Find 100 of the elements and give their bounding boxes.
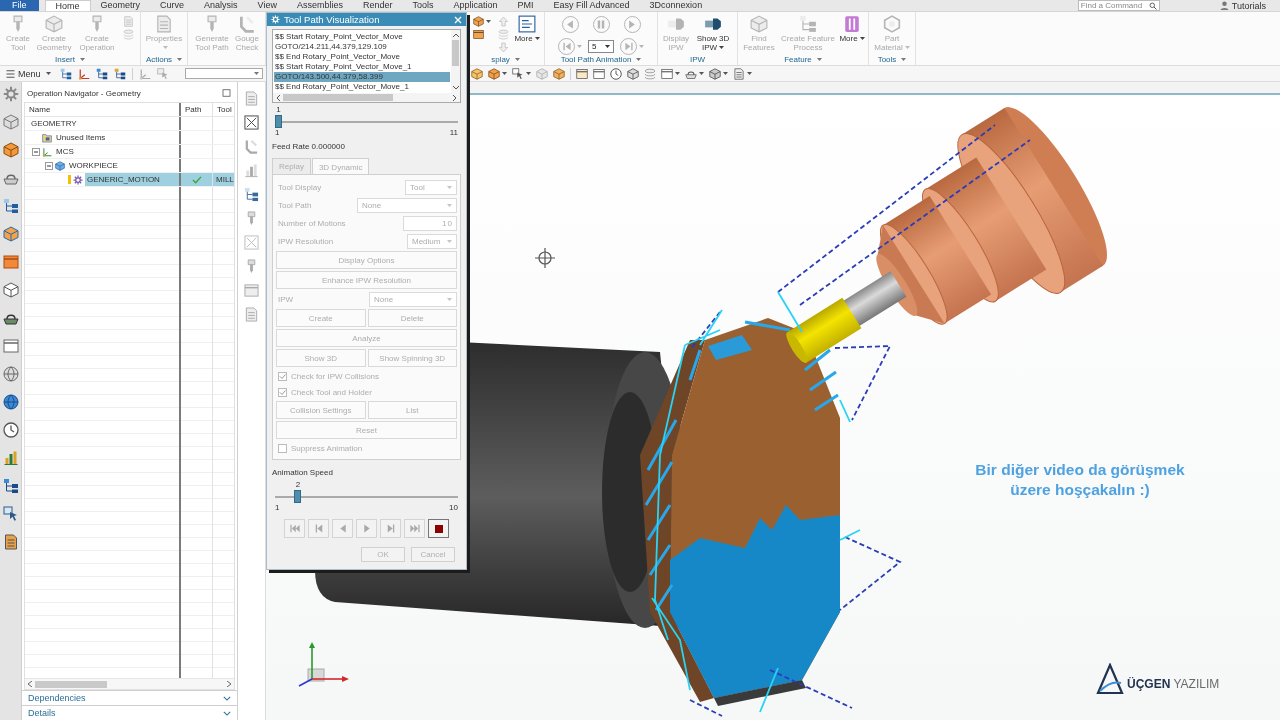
collapse-toggle-icon[interactable] [45,161,53,170]
cube-icon[interactable] [488,67,500,80]
document-icon[interactable] [2,534,19,550]
crossed-box-icon[interactable] [244,115,259,130]
tree-node[interactable]: Unused Items [54,131,108,144]
scroll-left-icon[interactable] [276,94,280,101]
caret-icon[interactable] [675,72,680,75]
hierarchy-icon[interactable] [95,67,108,80]
hierarchy-icon[interactable] [244,187,259,202]
listing-line[interactable]: $$ Start Rotary_Point_Vector_Move [274,32,450,42]
cube-icon[interactable] [471,67,483,80]
globe-icon[interactable] [2,366,19,382]
scroll-thumb[interactable] [35,680,107,688]
cube-icon[interactable] [2,142,19,158]
scroll-left-icon[interactable] [28,681,32,687]
menu-tab[interactable]: Assemblies [286,0,353,11]
tree-node[interactable]: MCS [54,145,76,158]
listing-line[interactable]: $$ End Rotary_Point_Vector_Move_1 [274,82,450,92]
menu-tab[interactable]: Tools [402,0,444,11]
window-icon[interactable] [593,67,605,80]
clock-icon[interactable] [2,422,19,438]
caret-icon[interactable] [723,72,728,75]
hierarchy-icon[interactable] [113,67,126,80]
slider-thumb[interactable] [275,115,282,128]
stop-button[interactable] [428,519,449,538]
gear-icon[interactable] [2,86,19,102]
document-icon[interactable] [733,67,745,80]
cube-icon[interactable] [473,15,484,27]
slider-thumb[interactable] [294,490,302,503]
cursor-icon[interactable] [2,506,19,522]
column-header[interactable]: Name [29,105,51,114]
ribbon-button[interactable]: Show 3D IPW [692,14,734,53]
ribbon-button[interactable]: More [839,14,865,44]
caret-icon[interactable] [699,72,704,75]
window-icon[interactable] [473,28,484,40]
axes-icon[interactable] [138,67,151,80]
horizontal-scrollbar[interactable] [25,678,234,689]
menu-button[interactable]: Menu [3,66,54,81]
listing-line[interactable]: GOTO/214.211,44.379,129.109 [274,42,450,52]
cube-icon[interactable] [709,67,721,80]
menu-tab[interactable]: Curve [150,0,195,11]
menu-tab[interactable]: Easy Fill Advanced [543,0,640,11]
window-icon[interactable] [576,67,588,80]
axes-icon[interactable] [77,67,90,80]
column-header[interactable]: Path [185,105,202,114]
caret-icon[interactable] [526,72,531,75]
cube-icon[interactable] [627,67,639,80]
scroll-right-icon[interactable] [453,94,457,101]
scroll-up-icon[interactable] [452,33,459,37]
cube-icon[interactable] [2,226,19,242]
menu-tab[interactable]: Home [44,0,91,11]
scroll-down-icon[interactable] [452,86,459,90]
user-icon[interactable] [1219,1,1229,10]
caret-icon[interactable] [486,19,491,23]
bracket-icon[interactable] [244,139,259,154]
filter-dropdown[interactable] [184,68,263,79]
bar-chart-icon[interactable] [2,450,19,466]
listing-line[interactable]: $$ Start Rotary_Point_Vector_Move_1 [274,62,450,72]
close-icon[interactable] [454,15,462,24]
tree-node[interactable]: GEOMETRY [29,117,79,130]
cube-icon[interactable] [553,67,565,80]
menu-tab[interactable]: Geometry [90,0,151,11]
hierarchy-icon[interactable] [2,478,19,494]
collapse-toggle-icon[interactable] [32,147,40,156]
hierarchy-icon[interactable] [59,67,72,80]
listing-line[interactable]: $$ End Rotary_Point_Vector_Move [274,52,450,62]
step-count-dropdown[interactable]: 5 [588,40,614,53]
maximize-icon[interactable] [222,89,231,97]
caret-icon[interactable] [859,37,865,41]
caret-icon[interactable] [605,45,610,48]
menu-tab[interactable]: File [0,0,39,11]
cursor-icon[interactable] [512,67,524,80]
window-icon[interactable] [2,254,19,270]
menu-tab[interactable]: PMI [507,0,544,11]
listing-box[interactable]: $$ Start Rotary_Point_Vector_Move GOTO/214.211,44.379,129.109 $$ End Rotary_Point_Vector_Move $$ Start Rotary_Point_Vector_Move_1 GOTO/143.500,44.379,58.399 $$ End Rotary_Point_Vector_Move_1 [272,29,461,103]
caret-icon[interactable] [534,37,540,41]
window-icon[interactable] [2,338,19,354]
scroll-right-icon[interactable] [227,681,231,687]
window-icon[interactable] [661,67,673,80]
globe-icon[interactable] [2,394,19,410]
stack-icon[interactable] [644,67,656,80]
cube-icon[interactable] [2,114,19,130]
command-search-field[interactable]: Find a Command [1077,0,1160,11]
tree-node[interactable]: WORKPIECE [67,159,120,172]
caret-icon[interactable] [45,72,51,75]
menu-tab[interactable]: Render [352,0,403,11]
hierarchy-icon[interactable] [2,198,19,214]
cube-icon[interactable] [2,282,19,298]
bar-chart-icon[interactable] [244,163,259,178]
scroll-thumb[interactable] [283,94,393,101]
scroll-thumb[interactable] [452,40,459,66]
panel-header[interactable]: Dependencies [22,690,237,705]
tree-node[interactable]: GENERIC_MOTION [85,173,179,186]
caret-icon[interactable] [747,72,752,75]
panel-header[interactable]: Details [22,705,237,720]
ribbon-button[interactable]: More [513,14,541,44]
column-header[interactable]: Tool [217,105,232,114]
caret-icon[interactable] [719,46,725,50]
caret-icon[interactable] [502,72,507,75]
menu-tab[interactable]: View [247,0,287,11]
